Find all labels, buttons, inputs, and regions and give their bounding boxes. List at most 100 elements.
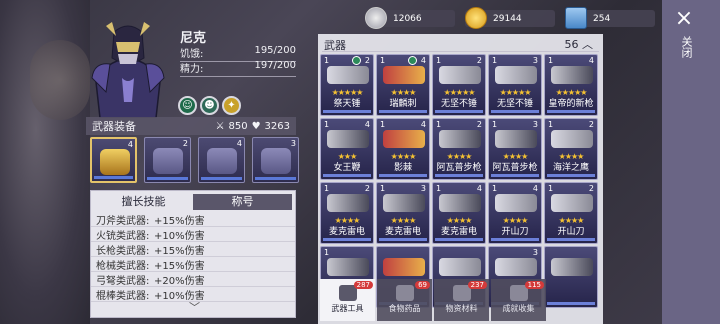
weapon-image xyxy=(495,66,537,84)
skill-row: 刀斧类武器: +15%伤害 xyxy=(91,212,295,227)
weapon-level: 1 xyxy=(324,120,330,129)
gold-currency: 29144 xyxy=(465,7,555,29)
weapon-level: 1 xyxy=(492,120,498,129)
close-button[interactable]: 关闭 xyxy=(678,36,694,58)
weapon-card[interactable]: 1 4 ★★★★ 瑞麟刺 xyxy=(376,54,430,116)
weapons-count-wrap[interactable]: 56 ︿ xyxy=(565,36,594,52)
skill-row: 弓弩类武器: +20%伤害 xyxy=(91,272,295,287)
category-tab[interactable]: 287 武器工具 xyxy=(320,279,375,321)
skill-bonus: +20%伤害 xyxy=(154,275,205,287)
category-label: 食物药品 xyxy=(388,304,421,313)
weapon-name: 祭天锤 xyxy=(333,99,361,109)
durability-bar xyxy=(94,176,133,179)
chevron-down-icon[interactable]: ﹀ xyxy=(189,299,200,315)
weapon-card[interactable]: 1 4 ★★★★ 开山刀 xyxy=(488,182,542,244)
skill-category: 火铳类武器: xyxy=(96,230,150,242)
group-status-icon[interactable]: ☻ xyxy=(200,96,219,115)
durability-bar xyxy=(491,110,539,113)
slot-count: 4 xyxy=(236,139,242,148)
defense-value: 3263 xyxy=(264,120,290,132)
weapon-card[interactable]: 1 3 ★★★★ 阿瓦普步枪 xyxy=(488,118,542,180)
category-tab[interactable]: 69 食物药品 xyxy=(377,279,432,321)
weapon-image xyxy=(383,130,425,148)
armor-image xyxy=(207,148,237,174)
weapon-count: 2 xyxy=(588,184,594,193)
durability-bar xyxy=(323,238,371,241)
weapon-level: 1 xyxy=(548,184,554,193)
skill-row: 枪械类武器: +15%伤害 xyxy=(91,257,295,272)
equipment-slot-pants[interactable]: 3 xyxy=(252,137,299,183)
tab-skills[interactable]: 擅长技能 xyxy=(94,194,193,210)
coin-status-icon[interactable]: ✦ xyxy=(222,96,241,115)
weapon-count: 2 xyxy=(364,56,370,65)
durability-bar xyxy=(547,302,595,305)
durability-bar xyxy=(547,110,595,113)
weapon-card[interactable]: 1 4 ★★★★ 影棘 xyxy=(376,118,430,180)
weapon-image xyxy=(327,258,369,276)
weapon-image xyxy=(327,130,369,148)
weapon-name: 阿瓦普步枪 xyxy=(492,163,538,173)
durability-bar xyxy=(323,110,371,113)
weapon-image xyxy=(551,258,593,276)
weapon-card[interactable]: 1 3 ★★★★★ 无坚不锤 xyxy=(488,54,542,116)
weapon-image xyxy=(495,130,537,148)
category-label: 物资材料 xyxy=(445,304,478,313)
hunger-status-icon[interactable]: ☺ xyxy=(178,96,197,115)
count-badge: 115 xyxy=(524,281,544,289)
weapon-count: 4 xyxy=(364,120,370,129)
weapon-level: 1 xyxy=(324,248,330,257)
weapon-card[interactable]: 1 3 ★★★★ 麦克雷电 xyxy=(376,182,430,244)
weapon-name: 开山刀 xyxy=(501,227,529,237)
category-tabs: 287 武器工具 69 食物药品 237 物资材料 115 成就收集 xyxy=(320,279,546,321)
close-icon[interactable]: × xyxy=(673,8,695,30)
weapon-card[interactable]: 1 2 ★★★★★ 无坚不锤 xyxy=(432,54,486,116)
weapon-card[interactable]: 1 2 ★★★★★ 祭天锤 xyxy=(320,54,374,116)
weapon-image xyxy=(551,66,593,84)
weapon-card[interactable] xyxy=(544,246,598,308)
weapon-level: 1 xyxy=(380,120,386,129)
energy-value: 197/200 xyxy=(254,60,296,71)
skill-list[interactable]: 刀斧类武器: +15%伤害火铳类武器: +10%伤害 长枪类武器: +15%伤害 枪械类武… xyxy=(91,212,295,302)
weapon-image xyxy=(495,258,537,276)
weapon-count: 2 xyxy=(476,120,482,129)
weapon-name: 海洋之鹰 xyxy=(552,163,589,173)
equipment-slot-armor[interactable]: 4 xyxy=(198,137,245,183)
weapon-count: 3 xyxy=(532,120,538,129)
skill-bonus: +10%伤害 xyxy=(154,230,205,242)
skill-bonus: +15%伤害 xyxy=(154,260,205,272)
weapon-count: 4 xyxy=(420,120,426,129)
category-tab[interactable]: 115 成就收集 xyxy=(491,279,546,321)
equipment-slot-weapon[interactable]: 4 xyxy=(90,137,137,183)
category-tab[interactable]: 237 物资材料 xyxy=(434,279,489,321)
durability-bar xyxy=(435,110,483,113)
energy-label: 精力: xyxy=(180,64,204,75)
slot-count: 2 xyxy=(182,139,188,148)
weapon-card[interactable]: 1 2 ★★★★ 开山刀 xyxy=(544,182,598,244)
refresh-icon xyxy=(352,56,361,65)
chevron-up-icon: ︿ xyxy=(582,38,593,51)
weapon-image xyxy=(100,149,130,175)
equipment-slot-helmet[interactable]: 2 xyxy=(144,137,191,183)
tab-titles[interactable]: 称号 xyxy=(193,194,292,210)
count-badge: 69 xyxy=(415,281,430,289)
weapon-card[interactable]: 1 2 ★★★★ 麦克雷电 xyxy=(320,182,374,244)
weapon-card[interactable]: 1 4 ★★★ 女王鞭 xyxy=(320,118,374,180)
weapon-card[interactable]: 1 2 ★★★★ 阿瓦普步枪 xyxy=(432,118,486,180)
weapon-level: 1 xyxy=(492,184,498,193)
weapon-card[interactable]: 1 2 ★★★★ 海洋之鹰 xyxy=(544,118,598,180)
weapon-image xyxy=(439,66,481,84)
weapon-image xyxy=(439,258,481,276)
skill-row: 长枪类武器: +15%伤害 xyxy=(91,242,295,257)
weapon-count: 4 xyxy=(532,184,538,193)
weapon-card[interactable]: 1 4 ★★★★★ 皇帝的新枪 xyxy=(544,54,598,116)
weapon-level: 1 xyxy=(324,56,330,65)
skills-panel: 擅长技能 称号 刀斧类武器: +15%伤害火铳类武器: +10%伤害 长枪类武器: +1… xyxy=(90,190,296,318)
weapon-card[interactable]: 1 4 ★★★★ 麦克雷电 xyxy=(432,182,486,244)
equipment-title: 武器装备 xyxy=(92,120,136,133)
weapon-level: 1 xyxy=(436,120,442,129)
ticket-icon xyxy=(565,7,587,29)
weapon-count: 3 xyxy=(532,248,538,257)
category-label: 武器工具 xyxy=(331,304,364,313)
durability-bar xyxy=(255,177,296,180)
durability-bar xyxy=(491,174,539,177)
